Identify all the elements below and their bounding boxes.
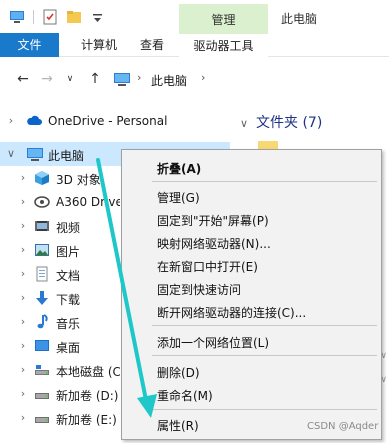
- expand-chevron-icon[interactable]: ›: [18, 387, 28, 401]
- expand-chevron-icon[interactable]: ›: [18, 267, 28, 281]
- nav-item-label: 文档: [56, 269, 81, 283]
- ribbon-tabs: 文件 计算机 查看 驱动器工具: [0, 33, 389, 57]
- menu-item-delete[interactable]: 删除(D): [122, 360, 381, 382]
- menu-item-label: 映射网络驱动器(N)...: [157, 237, 271, 251]
- menu-item-open-in-new-window[interactable]: 在新窗口中打开(E): [122, 254, 381, 276]
- title-bar: 管理 此电脑: [0, 0, 389, 33]
- menu-item-label: 删除(D): [157, 366, 200, 380]
- back-arrow-icon[interactable]: ←: [14, 70, 32, 88]
- computer-icon[interactable]: [8, 8, 26, 26]
- nav-item-label: 新加卷 (E:): [56, 413, 117, 427]
- tab-view[interactable]: 查看: [132, 33, 172, 57]
- cloud-icon: [26, 113, 42, 129]
- context-menu: 折叠(A) 管理(G) 固定到"开始"屏幕(P) 映射网络驱动器(N)... 在…: [121, 149, 382, 440]
- up-arrow-icon[interactable]: ↑: [86, 70, 104, 88]
- menu-item-label: 重命名(M): [157, 389, 213, 403]
- nav-item-onedrive[interactable]: › OneDrive - Personal: [0, 109, 230, 133]
- nav-item-label: 新加卷 (D:): [56, 389, 119, 403]
- group-collapse-chevron-icon[interactable]: ∨: [240, 117, 248, 130]
- menu-separator: [152, 325, 377, 326]
- customize-toolbar-icon[interactable]: [89, 8, 107, 26]
- menu-item-add-network-location[interactable]: 添加一个网络位置(L): [122, 330, 381, 352]
- expand-chevron-icon[interactable]: ›: [18, 339, 28, 353]
- this-pc-icon: [26, 146, 43, 162]
- menu-separator: [152, 181, 377, 182]
- menu-item-collapse[interactable]: 折叠(A): [122, 156, 381, 178]
- breadcrumb-separator-icon[interactable]: ›: [137, 71, 141, 84]
- nav-item-label: 下载: [56, 293, 81, 307]
- this-pc-icon: [113, 73, 131, 86]
- breadcrumb-this-pc[interactable]: 此电脑: [151, 72, 187, 89]
- menu-item-label: 折叠(A): [157, 162, 202, 176]
- menu-item-pin-to-start[interactable]: 固定到"开始"屏幕(P): [122, 208, 381, 230]
- properties-icon[interactable]: [41, 8, 59, 26]
- menu-item-label: 固定到快速访问: [157, 283, 242, 297]
- pictures-icon: [34, 242, 50, 258]
- music-note-icon: [34, 314, 50, 330]
- menu-item-label: 添加一个网络位置(L): [157, 336, 270, 350]
- expand-chevron-icon[interactable]: ›: [6, 114, 16, 128]
- nav-item-label: 视频: [56, 221, 81, 235]
- toolbar-separator: [33, 10, 34, 24]
- expand-chevron-icon[interactable]: ›: [18, 315, 28, 329]
- menu-item-label: 属性(R): [157, 419, 199, 433]
- breadcrumb-separator-icon[interactable]: ›: [201, 71, 205, 84]
- expand-chevron-icon[interactable]: ›: [18, 243, 28, 257]
- menu-item-rename[interactable]: 重命名(M): [122, 383, 381, 405]
- expand-chevron-icon[interactable]: ›: [18, 171, 28, 185]
- menu-item-label: 断开网络驱动器的连接(C)...: [157, 306, 307, 320]
- tab-drive-tools[interactable]: 驱动器工具: [179, 33, 268, 57]
- tab-file[interactable]: 文件: [0, 33, 59, 57]
- 3d-objects-icon: [34, 170, 50, 186]
- quick-access-toolbar: [8, 7, 107, 27]
- drive-icon: [34, 410, 50, 426]
- expand-chevron-icon[interactable]: ›: [18, 411, 28, 425]
- forward-arrow-icon[interactable]: →: [38, 70, 56, 88]
- a360-drive-icon: [34, 194, 50, 210]
- window-title: 此电脑: [281, 12, 318, 26]
- contextual-tab-group-manage: 管理: [179, 4, 268, 33]
- tab-computer[interactable]: 计算机: [66, 33, 132, 57]
- nav-item-label: 3D 对象: [56, 173, 101, 187]
- menu-item-label: 固定到"开始"屏幕(P): [157, 214, 269, 228]
- nav-item-label: OneDrive - Personal: [48, 114, 168, 128]
- menu-separator: [152, 409, 377, 410]
- collapse-chevron-icon[interactable]: ∨: [6, 147, 16, 161]
- menu-item-disconnect-network-drive[interactable]: 断开网络驱动器的连接(C)...: [122, 300, 381, 322]
- new-folder-icon[interactable]: [65, 8, 83, 26]
- navigation-bar: ← → ∨ ↑ › 此电脑 ›: [0, 57, 389, 101]
- nav-item-label: A360 Drive: [56, 195, 120, 209]
- nav-item-label: 此电脑: [48, 149, 85, 163]
- menu-separator: [152, 355, 377, 356]
- address-field[interactable]: › 此电脑 ›: [104, 65, 389, 93]
- menu-item-label: 管理(G): [157, 191, 200, 205]
- expand-chevron-icon[interactable]: ›: [18, 219, 28, 233]
- expand-chevron-icon[interactable]: ›: [18, 363, 28, 377]
- video-icon: [34, 218, 50, 234]
- expand-chevron-icon[interactable]: ›: [18, 195, 28, 209]
- drive-icon: [34, 386, 50, 402]
- download-arrow-icon: [34, 290, 50, 306]
- menu-item-pin-to-quick-access[interactable]: 固定到快速访问: [122, 277, 381, 299]
- system-drive-icon: [34, 362, 50, 378]
- folders-group-header[interactable]: 文件夹 (7): [256, 112, 322, 132]
- recent-locations-chevron-icon[interactable]: ∨: [61, 70, 79, 88]
- menu-item-label: 在新窗口中打开(E): [157, 260, 258, 274]
- desktop-icon: [34, 338, 50, 354]
- document-icon: [34, 266, 50, 282]
- menu-item-map-network-drive[interactable]: 映射网络驱动器(N)...: [122, 231, 381, 253]
- nav-item-label: 音乐: [56, 317, 81, 331]
- nav-item-label: 本地磁盘 (C:: [56, 365, 120, 379]
- menu-item-manage[interactable]: 管理(G): [122, 185, 381, 207]
- nav-item-label: 桌面: [56, 341, 81, 355]
- watermark: CSDN @Aqder: [307, 421, 379, 432]
- expand-chevron-icon[interactable]: ›: [18, 291, 28, 305]
- nav-item-label: 图片: [56, 245, 81, 259]
- contextual-tab-group-label: 管理: [211, 13, 236, 27]
